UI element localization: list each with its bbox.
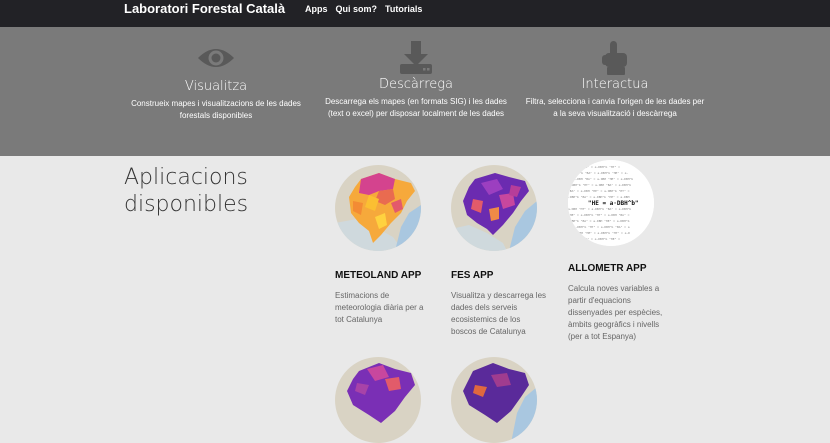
app-thumbnail[interactable]: "HE" = a·DBH^b "HT" = ·BA^b "BA" = a·DBH…: [568, 160, 654, 246]
feature-desc: Descarrega els mapes (en formats SIG) i …: [325, 97, 507, 118]
app-card-meteoland[interactable]: METEOLAND APP Estimacions de meteorologi…: [335, 165, 430, 326]
svg-text:·DBH^b "BA" = a·DBH^b "HE" = a: ·DBH^b "BA" = a·DBH^b "HE" = a·DBH: [568, 195, 630, 199]
nav-link-apps[interactable]: Apps: [305, 3, 328, 15]
nav-link-qui-som[interactable]: Qui som?: [336, 3, 378, 15]
download-icon: [400, 41, 432, 74]
app-desc: Visualitza y descarrega les dades dels s…: [451, 291, 547, 336]
navbar: Laboratori Forestal Català Apps Qui som?…: [0, 0, 830, 27]
app-thumbnail[interactable]: [451, 165, 537, 251]
feature-desc: Filtra, selecciona i canvia l'origen de …: [525, 97, 705, 118]
eye-icon: [198, 49, 234, 67]
svg-text:"HE" = a·DBH^b "HT" =: "HE" = a·DBH^b "HT" =: [582, 165, 620, 169]
section-title: Aplicacions disponibles: [124, 165, 249, 217]
feature-title: Interactua: [581, 77, 649, 92]
app-desc: Calcula noves variables a partir d'equac…: [568, 284, 663, 341]
hero-section: Visualitza Construeix mapes i visualitza…: [0, 27, 830, 156]
app-name[interactable]: ALLOMETR APP: [568, 262, 663, 275]
formula-text: "HE = a·DBH^b": [588, 200, 639, 207]
app-desc: Estimacions de meteorologia diària per a…: [335, 291, 424, 324]
svg-text:a·DBH "HT" = a·DBH^b "BA" = a·: a·DBH "HT" = a·DBH^b "BA" = a·DBH^b: [568, 207, 631, 211]
app-card-fes[interactable]: FES APP Visualitza y descarrega les dade…: [451, 165, 546, 338]
app-card-allometr[interactable]: "HE" = a·DBH^b "HT" = ·BA^b "BA" = a·DBH…: [568, 160, 663, 343]
app-thumbnail[interactable]: [335, 165, 421, 251]
feature-title: Descàrrega: [378, 77, 454, 92]
app-card-row2-2[interactable]: [451, 357, 546, 443]
nav-link-tutorials[interactable]: Tutorials: [385, 3, 422, 15]
svg-text:"HE" = a·DBH^b "HT" = a·DBH "B: "HE" = a·DBH^b "HT" = a·DBH "BA" =: [568, 213, 630, 217]
brand-title[interactable]: Laboratori Forestal Català: [124, 1, 285, 16]
svg-text:·BA^b "BA" = a·DBH^b "HE" = a·: ·BA^b "BA" = a·DBH^b "HE" = a·: [574, 171, 628, 175]
app-name[interactable]: FES APP: [451, 269, 546, 282]
svg-text:"BA" = a·DBH^b "HE" =: "BA" = a·DBH^b "HE" =: [582, 237, 620, 241]
app-thumbnail[interactable]: [451, 357, 537, 443]
svg-text:a·DBH "HE" = a·DBH^b "HT" = a·: a·DBH "HE" = a·DBH^b "HT" = a·D: [574, 231, 630, 235]
nav-links: Apps Qui som? Tutorials: [305, 3, 422, 15]
feature-title: Visualitza: [184, 79, 248, 94]
app-name[interactable]: METEOLAND APP: [335, 269, 430, 282]
svg-text:·DBH^b "BA" = a·DBH "HE" = a·D: ·DBH^b "BA" = a·DBH "HE" = a·DBH^b: [568, 219, 630, 223]
feature-interactua: Interactua Filtra, selecciona i canvia l…: [520, 27, 710, 120]
svg-text:"BA" = a·DBH "HE" = a·DBH^b "H: "BA" = a·DBH "HE" = a·DBH^b "HT" =: [568, 189, 630, 193]
feature-visualitza: Visualitza Construeix mapes i visualitza…: [121, 27, 311, 122]
app-thumbnail[interactable]: [335, 357, 421, 443]
svg-text:a·DBH^b "HT" = a·DBH "BA" = a·: a·DBH^b "HT" = a·DBH "BA" = a·DBH^b: [568, 183, 631, 187]
svg-text:= a·DBH "BA" = a·DBH "HE" = a·: = a·DBH "BA" = a·DBH "HE" = a·DBH^b: [570, 177, 633, 181]
hand-pointer-icon: [602, 41, 627, 75]
feature-descarrega: Descàrrega Descarrega els mapes (en form…: [321, 27, 511, 120]
svg-text:= a·DBH^b "HT" = a·DBH^b "BA": = a·DBH^b "HT" = a·DBH^b "BA" = a: [570, 225, 630, 229]
feature-desc: Construeix mapes i visualitzacions de le…: [131, 99, 301, 120]
app-card-row2-1[interactable]: [335, 357, 430, 443]
